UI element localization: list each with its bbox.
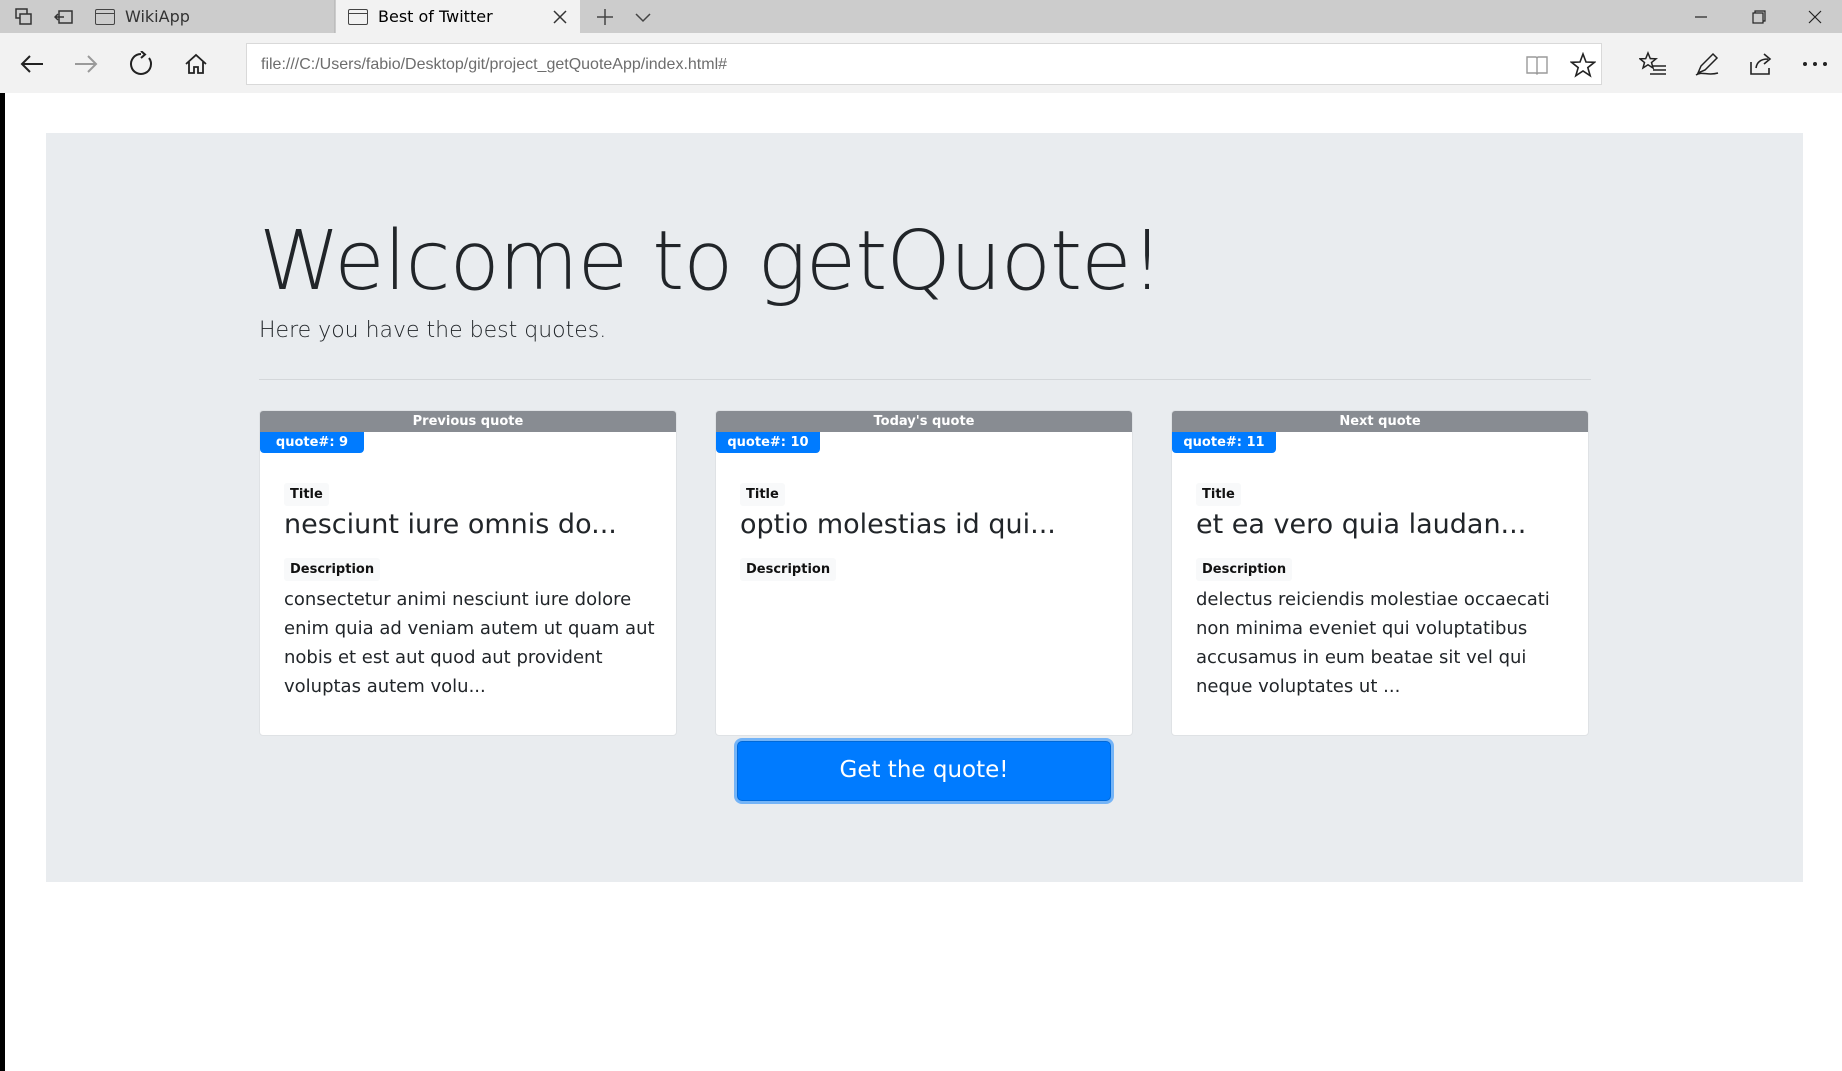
arrow-right-icon: [75, 55, 98, 73]
favorites-hub-button[interactable]: [1635, 46, 1671, 82]
quote-description: delectus reiciendis molestiae occaecati …: [1196, 589, 1550, 697]
divider: [259, 379, 1591, 380]
arrow-left-icon: [20, 55, 43, 73]
quote-title: optio molestias id qui...: [740, 509, 1056, 540]
tab-wikiapp[interactable]: WikiApp: [83, 0, 335, 33]
window-edge: [0, 93, 5, 1071]
star-icon[interactable]: [1569, 51, 1597, 79]
page-icon: [95, 8, 115, 25]
hub-icon: [1639, 51, 1666, 75]
card-header: Next quote: [1172, 411, 1588, 432]
tabs-icon[interactable]: [12, 5, 36, 29]
card-todays-quote: Today's quote quote#: 10 Title optio mol…: [715, 410, 1133, 736]
minimize-button[interactable]: [1673, 0, 1728, 33]
jumbotron: Welcome to getQuote! Here you have the b…: [46, 133, 1803, 882]
quote-number-badge: quote#: 11: [1172, 432, 1276, 453]
page-icon: [348, 8, 368, 25]
home-button[interactable]: [178, 46, 214, 82]
card-header: Today's quote: [716, 411, 1132, 432]
tab-label: Best of Twitter: [378, 7, 493, 26]
refresh-icon: [130, 51, 152, 75]
share-icon: [1750, 53, 1772, 75]
more-button[interactable]: [1797, 46, 1833, 82]
quote-title: et ea vero quia laudan...: [1196, 509, 1527, 540]
title-label: Title: [284, 483, 329, 506]
back-button[interactable]: [14, 46, 50, 82]
tab-best-of-twitter[interactable]: Best of Twitter: [336, 0, 580, 33]
quote-number-badge: quote#: 10: [716, 432, 820, 453]
description-label: Description: [1196, 558, 1293, 581]
restore-button[interactable]: [1731, 0, 1786, 33]
close-icon[interactable]: [550, 7, 570, 27]
navigation-bar: file:///C:/Users/fabio/Desktop/git/proje…: [0, 33, 1842, 93]
tab-preview-button[interactable]: [628, 2, 658, 32]
tab-bar: WikiApp Best of Twitter: [0, 0, 1842, 33]
card-previous-quote: Previous quote quote#: 9 Title nesciunt …: [259, 410, 677, 736]
card-header: Previous quote: [260, 411, 676, 432]
page-title: Welcome to getQuote!: [259, 214, 1164, 309]
address-text: file:///C:/Users/fabio/Desktop/git/proje…: [261, 56, 728, 73]
forward-button[interactable]: [68, 46, 104, 82]
pen-icon: [1695, 52, 1719, 76]
address-bar[interactable]: file:///C:/Users/fabio/Desktop/git/proje…: [246, 43, 1602, 85]
title-label: Title: [1196, 483, 1241, 506]
quote-number-badge: quote#: 9: [260, 432, 364, 453]
refresh-button[interactable]: [123, 46, 159, 82]
close-window-button[interactable]: [1787, 0, 1842, 33]
title-label: Title: [740, 483, 785, 506]
chevron-down-icon: [635, 13, 651, 23]
notes-button[interactable]: [1689, 46, 1725, 82]
set-aside-tabs-icon[interactable]: [52, 5, 76, 29]
card-next-quote: Next quote quote#: 11 Title et ea vero q…: [1171, 410, 1589, 736]
plus-icon: [597, 9, 613, 25]
share-button[interactable]: [1743, 46, 1779, 82]
page-lead: Here you have the best quotes.: [259, 318, 607, 343]
description-label: Description: [284, 558, 381, 581]
book-icon[interactable]: [1523, 51, 1551, 79]
get-quote-button[interactable]: Get the quote!: [737, 741, 1111, 801]
tab-label: WikiApp: [125, 7, 190, 26]
quote-title: nesciunt iure omnis do...: [284, 509, 617, 540]
quote-description: consectetur animi nesciunt iure dolore e…: [284, 589, 655, 697]
new-tab-button[interactable]: [590, 2, 620, 32]
description-label: Description: [740, 558, 837, 581]
home-icon: [185, 53, 207, 74]
more-icon: [1803, 62, 1827, 66]
